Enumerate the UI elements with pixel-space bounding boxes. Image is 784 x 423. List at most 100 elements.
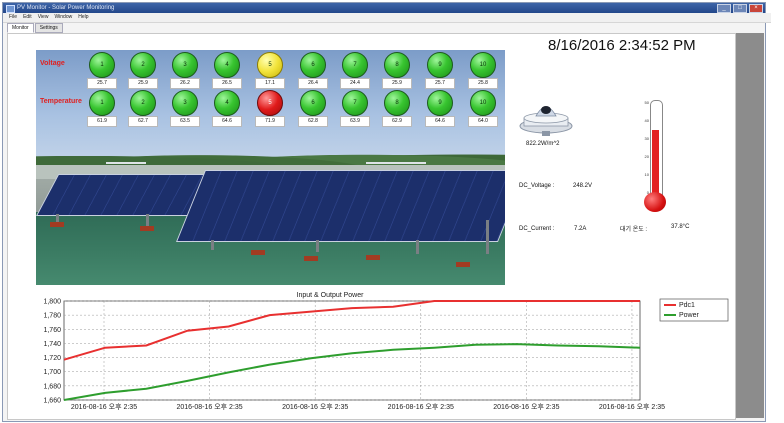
maximize-button[interactable]: □ [733, 4, 747, 13]
dc-current-label: DC_Current : [519, 226, 555, 232]
temperature-indicator-6[interactable]: 6 62.8 [297, 90, 328, 134]
menu-view[interactable]: View [38, 13, 49, 22]
temperature-indicator-8[interactable]: 8 62.9 [381, 90, 412, 134]
voltage-row-label: Voltage [40, 60, 65, 67]
menu-file[interactable]: File [9, 13, 17, 22]
x-tick-label: 2016-08-16 오후 2:35 [176, 403, 242, 411]
tab-settings[interactable]: Settings [34, 23, 63, 33]
menu-bar: File Edit View Window Help [3, 13, 771, 23]
menu-help[interactable]: Help [78, 13, 88, 22]
thermo-tick: 40 [644, 118, 649, 123]
voltage-value: 25.7 [425, 78, 455, 89]
current-datetime: 8/16/2016 2:34:52 PM [548, 37, 696, 54]
close-button[interactable]: × [749, 4, 763, 13]
x-tick-label: 2016-08-16 오후 2:35 [388, 403, 454, 411]
thermo-tick: 0 [646, 190, 649, 195]
y-tick-label: 1,700 [43, 369, 61, 376]
voltage-value: 26.2 [170, 78, 200, 89]
y-tick-label: 1,800 [43, 299, 61, 306]
status-light: 7 [342, 52, 368, 78]
y-tick-label: 1,780 [43, 313, 61, 320]
status-light: 3 [172, 90, 198, 116]
thermometer-fill [652, 129, 659, 198]
temperature-value: 63.9 [340, 116, 370, 127]
temperature-indicator-4[interactable]: 4 64.6 [211, 90, 242, 134]
thermo-tick: 50 [644, 100, 649, 105]
window-title: PV Monitor - Solar Power Monitoring [17, 5, 115, 11]
thermometer-gauge: 50 40 30 20 10 0 [641, 100, 671, 212]
status-light: 7 [342, 90, 368, 116]
status-light: 9 [427, 52, 453, 78]
y-tick-label: 1,760 [43, 327, 61, 334]
thermometer-bulb [644, 192, 666, 212]
temperature-indicator-9[interactable]: 9 64.6 [424, 90, 455, 134]
y-tick-label: 1,660 [43, 398, 61, 405]
status-light: 2 [130, 90, 156, 116]
chart-title: Input & Output Power [297, 292, 365, 299]
temperature-indicator-1[interactable]: 1 61.9 [86, 90, 117, 134]
status-light: 3 [172, 52, 198, 78]
power-chart: Input & Output Power 1,800 1,780 1,760 1,74… [43, 292, 729, 411]
voltage-value: 25.8 [468, 78, 498, 89]
title-bar[interactable]: PV Monitor - Solar Power Monitoring _ □ … [3, 3, 765, 13]
temperature-value: 64.6 [212, 116, 242, 127]
pyranometer-icon [519, 106, 573, 136]
status-light: 6 [300, 52, 326, 78]
status-light: 5 [257, 52, 283, 78]
dc-voltage-value: 248.2V [573, 183, 593, 189]
voltage-value: 25.7 [87, 78, 117, 89]
menu-window[interactable]: Window [54, 13, 72, 22]
temperature-indicator-7[interactable]: 7 63.9 [339, 90, 370, 134]
menu-edit[interactable]: Edit [23, 13, 32, 22]
temperature-value: 62.8 [298, 116, 328, 127]
x-tick-label: 2016-08-16 오후 2:35 [282, 403, 348, 411]
app-icon [6, 5, 15, 13]
legend-pdc1-label: Pdc1 [679, 302, 695, 309]
voltage-value: 17.1 [255, 78, 285, 89]
x-tick-label: 2016-08-16 오후 2:35 [71, 403, 137, 411]
x-tick-label: 2016-08-16 오후 2:35 [599, 403, 665, 411]
dc-voltage-label: DC_Voltage : [519, 183, 555, 189]
status-light: 4 [214, 52, 240, 78]
temperature-value: 63.5 [170, 116, 200, 127]
voltage-value: 25.9 [128, 78, 158, 89]
voltage-value: 24.4 [340, 78, 370, 89]
minimize-button[interactable]: _ [717, 4, 731, 13]
temperature-indicator-5[interactable]: 5 71.9 [254, 90, 285, 134]
thermo-tick: 30 [644, 136, 649, 141]
voltage-value: 25.9 [382, 78, 412, 89]
plot-area [63, 300, 641, 401]
legend-power-label: Power [679, 312, 700, 319]
voltage-value: 26.4 [298, 78, 328, 89]
temperature-value: 71.9 [255, 116, 285, 127]
temperature-indicator-3[interactable]: 3 63.5 [169, 90, 200, 134]
status-light: 8 [384, 52, 410, 78]
thermo-tick: 20 [644, 154, 649, 159]
dc-current-value: 7.2A [574, 226, 587, 232]
temperature-indicator-2[interactable]: 2 62.7 [127, 90, 158, 134]
tab-strip: Monitor Settings [3, 23, 769, 33]
status-light: 10 [470, 90, 496, 116]
y-tick-label: 1,680 [43, 383, 61, 390]
y-tick-label: 1,740 [43, 341, 61, 348]
ambient-temp-value: 37.8°C [671, 224, 690, 230]
temperature-value: 64.6 [425, 116, 455, 127]
voltage-value: 26.5 [212, 78, 242, 89]
temperature-value: 64.0 [468, 116, 498, 127]
status-light: 1 [89, 90, 115, 116]
vertical-scrollbar[interactable] [736, 33, 764, 418]
thermo-tick: 10 [644, 172, 649, 177]
status-light: 5 [257, 90, 283, 116]
status-light: 9 [427, 90, 453, 116]
temperature-value: 61.9 [87, 116, 117, 127]
status-light: 6 [300, 90, 326, 116]
temperature-row-label: Temperature [40, 98, 82, 105]
ambient-temp-label: 대기 온도 : [620, 227, 648, 233]
y-tick-label: 1,720 [43, 355, 61, 362]
tab-monitor[interactable]: Monitor [7, 23, 34, 33]
temperature-value: 62.9 [382, 116, 412, 127]
irradiance-value: 822.2W/m^2 [526, 141, 560, 147]
x-tick-label: 2016-08-16 오후 2:35 [493, 403, 559, 411]
status-light: 4 [214, 90, 240, 116]
temperature-indicator-10[interactable]: 10 64.0 [467, 90, 498, 134]
